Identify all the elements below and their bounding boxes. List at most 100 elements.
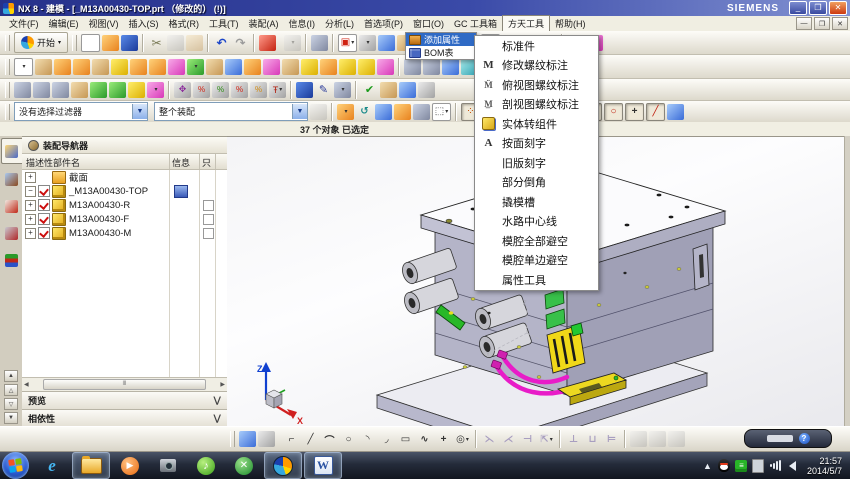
shell-icon[interactable] (301, 59, 318, 75)
menu-analysis[interactable]: 分析(L) (320, 16, 359, 31)
fillet-icon[interactable]: ◝ (359, 431, 376, 447)
block-icon[interactable] (92, 59, 109, 75)
qq-tray-icon[interactable] (718, 459, 730, 472)
scrollbar-thumb[interactable]: Ⅲ (43, 379, 207, 390)
menu-fangtian-tools[interactable]: 方天工具 (502, 15, 550, 32)
taskbar-word[interactable]: W (304, 452, 342, 479)
clearance-icon[interactable] (380, 82, 397, 98)
tab-constraint-navigator[interactable] (1, 167, 21, 191)
sphere-icon[interactable] (111, 59, 128, 75)
menu-item-cavity-single-side-relief[interactable]: 模腔单边避空 (475, 251, 598, 271)
quick-trim-icon[interactable]: ⋋ (481, 431, 498, 447)
menu-assemblies[interactable]: 装配(A) (244, 16, 284, 31)
tree-row-r[interactable]: + M13A00430-R (22, 198, 227, 212)
menu-item-pry-slot[interactable]: 撬模槽 (475, 192, 598, 212)
magnet-icon[interactable] (413, 104, 430, 120)
toolbar-icon[interactable] (253, 34, 255, 52)
rollback-icon[interactable]: ↺ (356, 104, 373, 120)
assistant-icon[interactable] (284, 35, 301, 51)
dimensions-icon[interactable]: ⇱ (538, 431, 555, 447)
combo-dropdown-icon[interactable]: ▼ (132, 104, 147, 119)
read-only-checkbox[interactable] (203, 187, 212, 196)
show-constraints-icon[interactable]: ⊔ (584, 431, 601, 447)
blend-icon[interactable] (320, 59, 337, 75)
quick-extend-icon[interactable]: ⋌ (500, 431, 517, 447)
toolbar-grip[interactable] (5, 35, 10, 51)
tab-part-navigator[interactable] (1, 194, 21, 218)
stock-app-tray-icon[interactable]: ≡ (735, 460, 747, 472)
menu-item-section-view-thread-callout[interactable]: M̲ 剖视图螺纹标注 (475, 95, 598, 115)
tray-clock[interactable]: 21:57 2014/5/7 (807, 456, 842, 476)
tab-assembly-navigator[interactable] (1, 138, 22, 164)
toolbar-grip[interactable] (5, 59, 10, 75)
open-icon[interactable] (102, 35, 119, 51)
toolbar-icon[interactable] (331, 103, 333, 121)
menu-item-face-engrave[interactable]: A 按面刻字 (475, 134, 598, 154)
toolbar-icon[interactable] (290, 81, 292, 99)
redo-icon[interactable]: ↷ (232, 35, 249, 51)
check-icon[interactable]: ✔ (361, 82, 378, 98)
line-icon[interactable]: ╱ (302, 431, 319, 447)
open-component-icon[interactable] (33, 82, 50, 98)
network-signal-icon[interactable] (769, 459, 782, 472)
menu-item-modify-thread-callout[interactable]: M 修改螺纹标注 (475, 56, 598, 76)
taskbar-nx[interactable] (264, 452, 302, 479)
minimize-button[interactable]: _ (789, 1, 807, 15)
intersect-icon[interactable] (225, 59, 242, 75)
toolbar-icon[interactable] (475, 430, 477, 448)
chevron-down-icon[interactable]: ⋁ (213, 413, 221, 424)
globe-icon[interactable] (375, 104, 392, 120)
cut-icon[interactable]: ✂ (148, 35, 165, 51)
rectangle-icon[interactable]: ▭ (397, 431, 414, 447)
navigator-pin-icon[interactable] (28, 140, 39, 151)
clipboard-tray-icon[interactable] (752, 459, 764, 473)
sew-icon[interactable] (377, 59, 394, 75)
pen-icon[interactable]: ✎ (315, 82, 332, 98)
show-component-icon[interactable] (52, 82, 69, 98)
scope-filter-combo[interactable]: 整个装配 ▼ (154, 102, 308, 121)
component-checkbox[interactable] (38, 185, 50, 197)
menu-insert[interactable]: 插入(S) (124, 16, 164, 31)
toolbar-grip[interactable] (5, 82, 10, 98)
menu-item-waterway-centerline[interactable]: 水路中心线 (475, 212, 598, 232)
toolbar-grip[interactable] (230, 431, 235, 447)
taskbar-explorer[interactable] (72, 452, 110, 479)
tree-row-section[interactable]: + 截面 (22, 170, 227, 184)
new-file-icon[interactable] (81, 34, 100, 52)
constraint-4-icon[interactable]: % (250, 82, 267, 98)
menu-item-standard-parts[interactable]: 标准件 (475, 36, 598, 56)
toolbar-icon[interactable] (207, 34, 209, 52)
highlight-icon[interactable] (394, 104, 411, 120)
offset-icon[interactable] (442, 59, 459, 75)
expand-icon[interactable]: + (25, 200, 36, 211)
tab-history[interactable] (1, 248, 21, 272)
toolbar-icon[interactable] (332, 34, 334, 52)
component-checkbox[interactable] (38, 227, 50, 239)
menu-item-attribute-tools[interactable]: 属性工具 (475, 270, 598, 290)
tree-row-top[interactable]: − _M13A00430-TOP (22, 184, 227, 198)
preview-section[interactable]: 预览 ⋁ (22, 391, 227, 409)
speaker-icon[interactable] (789, 461, 796, 471)
save-icon[interactable] (121, 35, 138, 51)
circle-icon[interactable]: ○ (340, 431, 357, 447)
menu-item-partial-chamfer[interactable]: 部分倒角 (475, 173, 598, 193)
toolbar-grip[interactable] (72, 35, 77, 51)
scroll-bottom-icon[interactable]: ▼ (4, 412, 18, 424)
undo-icon[interactable]: ↶ (213, 35, 230, 51)
wave-geometry-icon[interactable] (404, 59, 421, 75)
toolbar-icon[interactable] (398, 58, 400, 76)
menu-preferences[interactable]: 首选项(P) (359, 16, 408, 31)
split-body-icon[interactable] (263, 59, 280, 75)
mdi-close-button[interactable]: ✕ (832, 17, 848, 30)
menu-tools[interactable]: 工具(T) (204, 16, 244, 31)
taskbar-media-player[interactable]: ▶ (112, 453, 148, 478)
new-component-icon[interactable] (109, 82, 126, 98)
sketch-task-icon[interactable] (239, 431, 256, 447)
read-only-checkbox[interactable] (203, 173, 212, 182)
chamfer-icon[interactable] (339, 59, 356, 75)
menu-item-cavity-full-relief[interactable]: 模腔全部避空 (475, 231, 598, 251)
command-finder-icon[interactable] (259, 35, 276, 51)
scroll-top-icon[interactable]: ▲ (4, 370, 18, 382)
scroll-up-icon[interactable]: △ (4, 384, 18, 396)
sketch-grid-icon[interactable] (258, 431, 275, 447)
